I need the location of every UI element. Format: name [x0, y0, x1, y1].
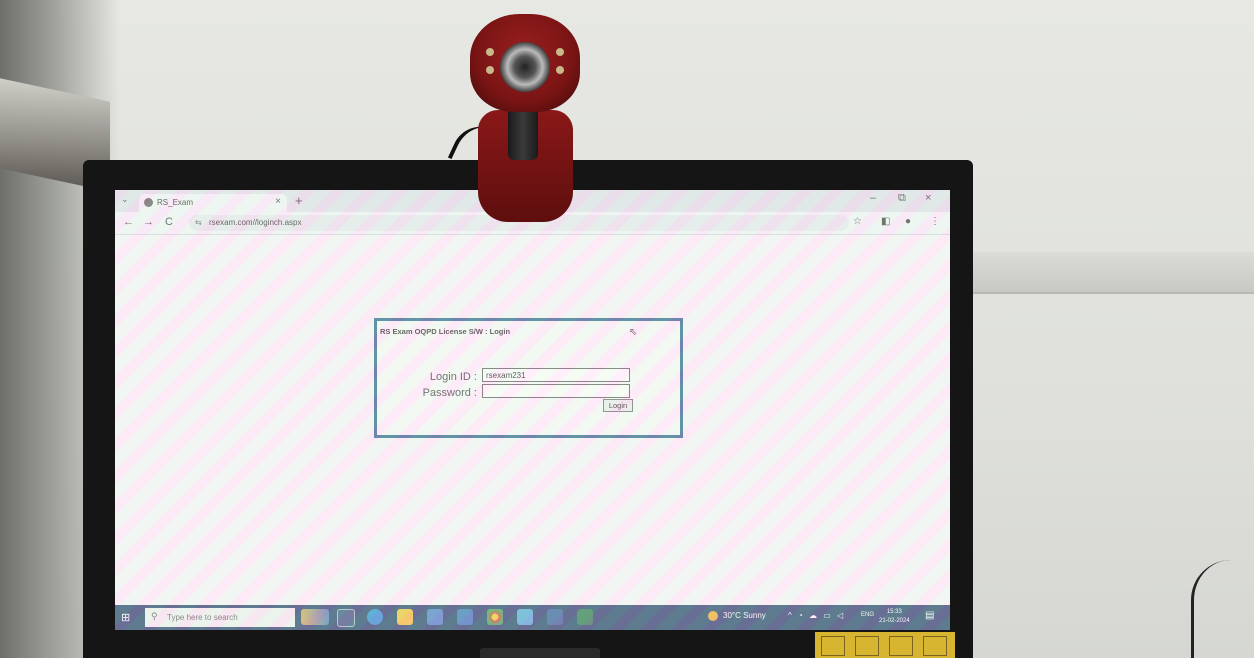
clock-time: 15:33 — [886, 609, 902, 615]
cable — [1191, 560, 1254, 658]
word-icon[interactable] — [547, 609, 563, 625]
login-id-label: Login ID : — [429, 371, 477, 383]
login-button[interactable]: Login — [603, 399, 633, 412]
sticker — [889, 636, 913, 656]
search-placeholder: Type here to search — [167, 613, 238, 622]
clock[interactable]: 15:33 21-02-2024 — [879, 608, 910, 626]
notification-icon[interactable]: ▤ — [925, 610, 934, 621]
tab-list-icon[interactable]: ⌄ — [121, 194, 129, 205]
site-info-icon[interactable]: ⇆ — [195, 218, 202, 227]
webcam-neck — [508, 105, 538, 160]
profile-icon[interactable]: ● — [905, 216, 911, 227]
weather-text: 30°C Sunny — [723, 611, 766, 621]
new-tab-button[interactable]: + — [295, 193, 303, 208]
minimize-button[interactable]: – — [870, 192, 876, 204]
store-icon[interactable] — [427, 609, 443, 625]
chrome-icon[interactable] — [487, 609, 503, 625]
reload-icon[interactable]: C — [165, 216, 173, 228]
file-explorer-icon[interactable] — [397, 609, 413, 625]
desk-stickers — [815, 632, 955, 658]
close-window-button[interactable]: × — [925, 192, 931, 204]
favicon-icon — [144, 198, 153, 207]
clock-date: 21-02-2024 — [879, 618, 910, 624]
monitor-screen: ⌄ RS_Exam × + – ⧉ × ← → C ⇆ rsexam.com//… — [115, 190, 950, 630]
photos-icon[interactable] — [517, 609, 533, 625]
sticker — [855, 636, 879, 656]
password-label: Password : — [422, 387, 477, 399]
sticker — [923, 636, 947, 656]
webcam-lens — [500, 42, 550, 92]
weather-widget[interactable]: 30°C Sunny — [708, 611, 766, 621]
taskbar-search-box[interactable]: ⚲ Type here to search — [145, 608, 295, 627]
monitor-stand — [480, 648, 600, 658]
mouse-cursor-icon: ⇖ — [629, 327, 638, 338]
forward-icon[interactable]: → — [143, 216, 154, 228]
bookmark-star-icon[interactable]: ☆ — [853, 216, 862, 227]
tab-title: RS_Exam — [157, 198, 194, 207]
wall-ledge — [965, 252, 1254, 294]
login-title: RS Exam OQPD License S/W : Login — [380, 327, 511, 336]
sticker — [821, 636, 845, 656]
news-widget-icon[interactable] — [301, 609, 329, 625]
side-panel-icon[interactable]: ◧ — [881, 216, 890, 227]
excel-icon[interactable] — [577, 609, 593, 625]
url-text: rsexam.com//loginch.aspx — [209, 218, 302, 227]
taskbar: ⊞ ⚲ Type here to search 30°C Sunny ^ ◔ ☁… — [115, 605, 950, 630]
menu-icon[interactable]: ⋮ — [930, 216, 940, 227]
password-input[interactable] — [482, 384, 630, 398]
login-id-input[interactable] — [482, 368, 630, 382]
edge-icon[interactable] — [367, 609, 383, 625]
search-icon: ⚲ — [151, 611, 158, 621]
language-indicator[interactable]: ENG — [861, 612, 874, 618]
webcam-led — [556, 66, 564, 74]
system-tray-icons[interactable]: ^ ◔ ☁ ▭ ◁ — [788, 611, 845, 620]
browser-tab[interactable]: RS_Exam × — [139, 194, 287, 212]
webcam-led — [486, 48, 494, 56]
tab-close-icon[interactable]: × — [275, 196, 281, 207]
login-panel: RS Exam OQPD License S/W : Login ⇖ Login… — [374, 318, 683, 438]
mail-icon[interactable] — [457, 609, 473, 625]
restore-button[interactable]: ⧉ — [898, 192, 906, 205]
task-view-icon[interactable] — [337, 609, 355, 627]
sun-icon — [708, 611, 718, 621]
back-icon[interactable]: ← — [123, 216, 134, 228]
windows-start-icon[interactable]: ⊞ — [121, 611, 133, 624]
webcam-led — [556, 48, 564, 56]
webcam-led — [486, 66, 494, 74]
